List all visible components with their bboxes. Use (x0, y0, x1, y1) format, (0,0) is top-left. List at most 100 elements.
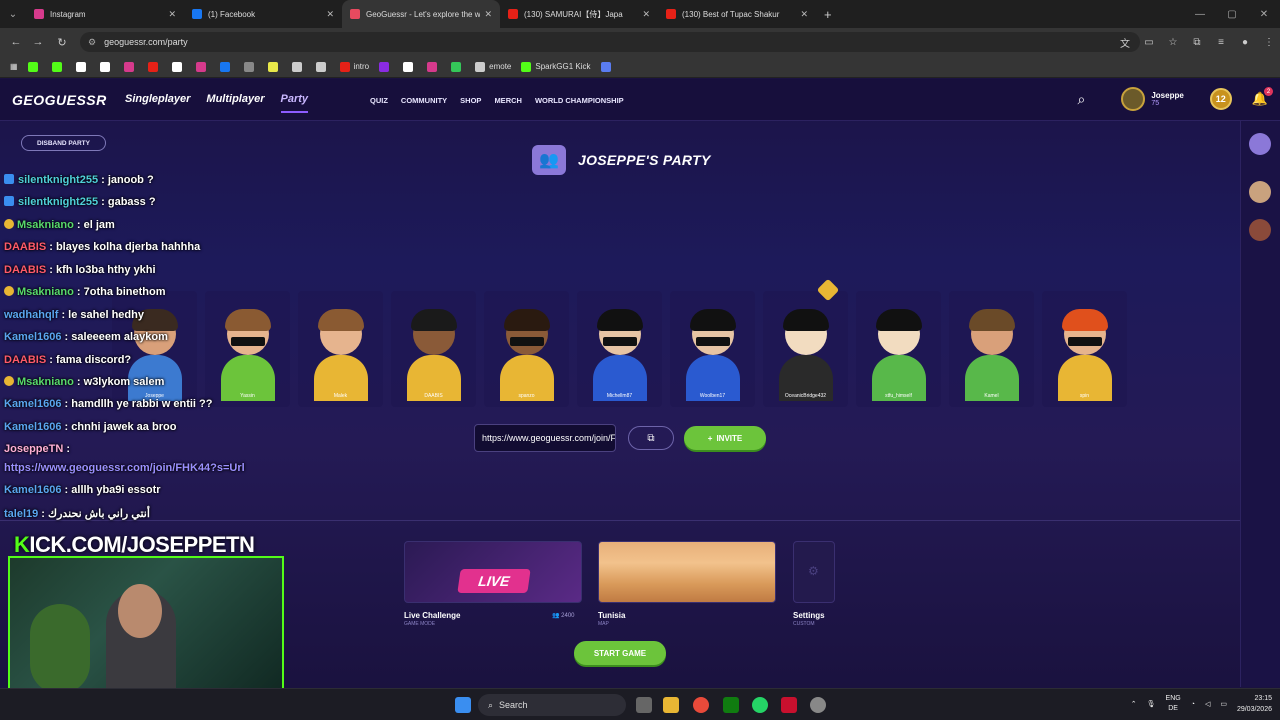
close-tab-icon[interactable]: ✕ (484, 9, 492, 20)
player-card[interactable]: Michellm87 (577, 291, 662, 407)
browser-tab[interactable]: (1) Facebook ✕ (184, 0, 342, 28)
avatar-hair (411, 309, 457, 331)
player-card[interactable]: spin (1042, 291, 1127, 407)
player-card[interactable]: spanzo (484, 291, 569, 407)
nav-world-championship[interactable]: WORLD CHAMPIONSHIP (535, 96, 624, 105)
obs-icon[interactable] (810, 697, 826, 713)
nav-community[interactable]: COMMUNITY (401, 96, 447, 105)
bookmark-item[interactable] (423, 58, 445, 76)
clock[interactable]: 23:15 29/03/2026 (1237, 693, 1272, 715)
minimize-icon[interactable]: — (1184, 0, 1216, 28)
map-option[interactable]: Tunisia MAP (598, 541, 776, 627)
translate-icon[interactable]: 文 (1114, 32, 1136, 52)
bookmark-item[interactable] (96, 58, 118, 76)
battery-icon[interactable]: ▭ (1220, 700, 1227, 708)
xbox-icon[interactable] (723, 697, 739, 713)
mic-icon[interactable]: 🎙 (1147, 700, 1156, 708)
player-card[interactable]: DAABIS (391, 291, 476, 407)
tab-search-icon[interactable]: ⌄ (0, 0, 26, 28)
player-card[interactable]: Malek (298, 291, 383, 407)
close-tab-icon[interactable]: ✕ (326, 9, 334, 20)
chat-username: Kamel1606 (4, 421, 62, 433)
nav-quiz[interactable]: QUIZ (370, 96, 388, 105)
bookmark-item[interactable]: emote (471, 58, 515, 76)
nav-shop[interactable]: SHOP (460, 96, 481, 105)
language-indicator[interactable]: ENG DE (1166, 694, 1181, 714)
bookmark-item[interactable] (192, 58, 214, 76)
bookmark-item[interactable] (288, 58, 310, 76)
bookmark-item[interactable] (312, 58, 334, 76)
player-card[interactable]: Kamel (949, 291, 1034, 407)
bookmark-item[interactable]: intro (336, 58, 374, 76)
site-info-icon[interactable]: ⚙ (88, 37, 96, 48)
bookmark-item[interactable] (72, 58, 94, 76)
copy-link-button[interactable]: ⧉ (628, 426, 674, 450)
reload-button[interactable]: ↻ (50, 30, 74, 54)
nav-merch[interactable]: MERCH (494, 96, 522, 105)
start-game-button[interactable]: START GAME (574, 641, 666, 665)
player-card[interactable]: Woolben17 (670, 291, 755, 407)
tray-chevron-icon[interactable]: ⌃ (1131, 700, 1137, 708)
bookmark-item[interactable] (120, 58, 142, 76)
bookmark-item[interactable] (447, 58, 469, 76)
search-icon[interactable]: ⌕ (1078, 91, 1086, 108)
chat-text: : el jam (73, 219, 115, 231)
back-button[interactable]: ← (4, 30, 28, 54)
browser-tab[interactable]: GeoGuessr - Let's explore the w ✕ (342, 0, 500, 28)
bookmark-item[interactable] (24, 58, 46, 76)
bookmark-item[interactable] (399, 58, 421, 76)
bookmark-item[interactable] (144, 58, 166, 76)
friend-avatar[interactable] (1249, 219, 1271, 241)
browser-tab[interactable]: (130) Best of Tupac Shakur ✕ (658, 0, 816, 28)
add-user-icon: + (707, 433, 713, 443)
bookmark-item[interactable] (216, 58, 238, 76)
chrome-icon[interactable] (693, 697, 709, 713)
cast-icon[interactable]: ▭ (1138, 32, 1160, 52)
start-icon[interactable] (455, 697, 471, 713)
settings-option[interactable]: ⚙ Settings CUSTOM (793, 541, 835, 627)
bookmark-item[interactable] (264, 58, 286, 76)
new-tab-button[interactable]: + (824, 7, 832, 22)
close-tab-icon[interactable]: ✕ (642, 9, 650, 20)
wifi-icon[interactable]: ◔ (1191, 701, 1195, 708)
file-explorer-icon[interactable] (663, 697, 679, 713)
browser-tab[interactable]: (130) SAMURAI【侍】Japa ✕ (500, 0, 658, 28)
invite-button[interactable]: + INVITE (684, 426, 766, 450)
task-view-icon[interactable] (636, 697, 652, 713)
friend-avatar[interactable] (1249, 181, 1271, 203)
bookmark-item[interactable] (48, 58, 70, 76)
bell-icon[interactable]: 🔔 2 (1252, 87, 1273, 107)
maximize-icon[interactable]: ▢ (1216, 0, 1248, 28)
apps-icon[interactable]: ▦ (6, 58, 22, 76)
browser-tab[interactable]: Instagram ✕ (26, 0, 184, 28)
more-menu-icon[interactable]: ⋮ (1258, 32, 1280, 52)
player-card[interactable]: OceanicBridge432 (763, 291, 848, 407)
close-tab-icon[interactable]: ✕ (800, 9, 808, 20)
url-field[interactable]: ⚙ geoguessr.com/party (80, 32, 1140, 52)
profile-icon[interactable]: ● (1234, 32, 1256, 52)
app-icon[interactable] (781, 697, 797, 713)
avatar (1121, 87, 1146, 111)
close-tab-icon[interactable]: ✕ (168, 9, 176, 20)
player-card[interactable]: stfu_himself (856, 291, 941, 407)
user-menu[interactable]: Joseppe 75 (1121, 87, 1184, 111)
bookmark-item[interactable]: SparkGG1 Kick (517, 58, 594, 76)
bookmark-item[interactable] (240, 58, 262, 76)
close-window-icon[interactable]: ✕ (1248, 0, 1280, 28)
bookmark-item[interactable] (597, 58, 619, 76)
taskbar-search[interactable]: ⌕ Search (478, 694, 626, 716)
chat-badge-icon (4, 174, 14, 184)
bookmark-item[interactable] (375, 58, 397, 76)
stream-chat-overlay: silentknight255 : janoob ? silentknight25… (0, 79, 300, 525)
bookmark-star-icon[interactable]: ☆ (1162, 32, 1184, 52)
extensions-icon[interactable]: ⧉ (1186, 32, 1208, 52)
media-icon[interactable]: ≡ (1210, 32, 1232, 52)
invite-link-field[interactable]: https://www.geoguessr.com/join/FHK44?s=U… (474, 424, 616, 452)
level-badge[interactable]: 12 (1209, 88, 1232, 110)
forward-button[interactable]: → (26, 30, 50, 54)
friend-avatar[interactable] (1249, 133, 1271, 155)
avatar-hair (876, 309, 922, 331)
volume-icon[interactable]: ◁ (1205, 700, 1210, 708)
bookmark-item[interactable] (168, 58, 190, 76)
whatsapp-icon[interactable] (752, 697, 768, 713)
